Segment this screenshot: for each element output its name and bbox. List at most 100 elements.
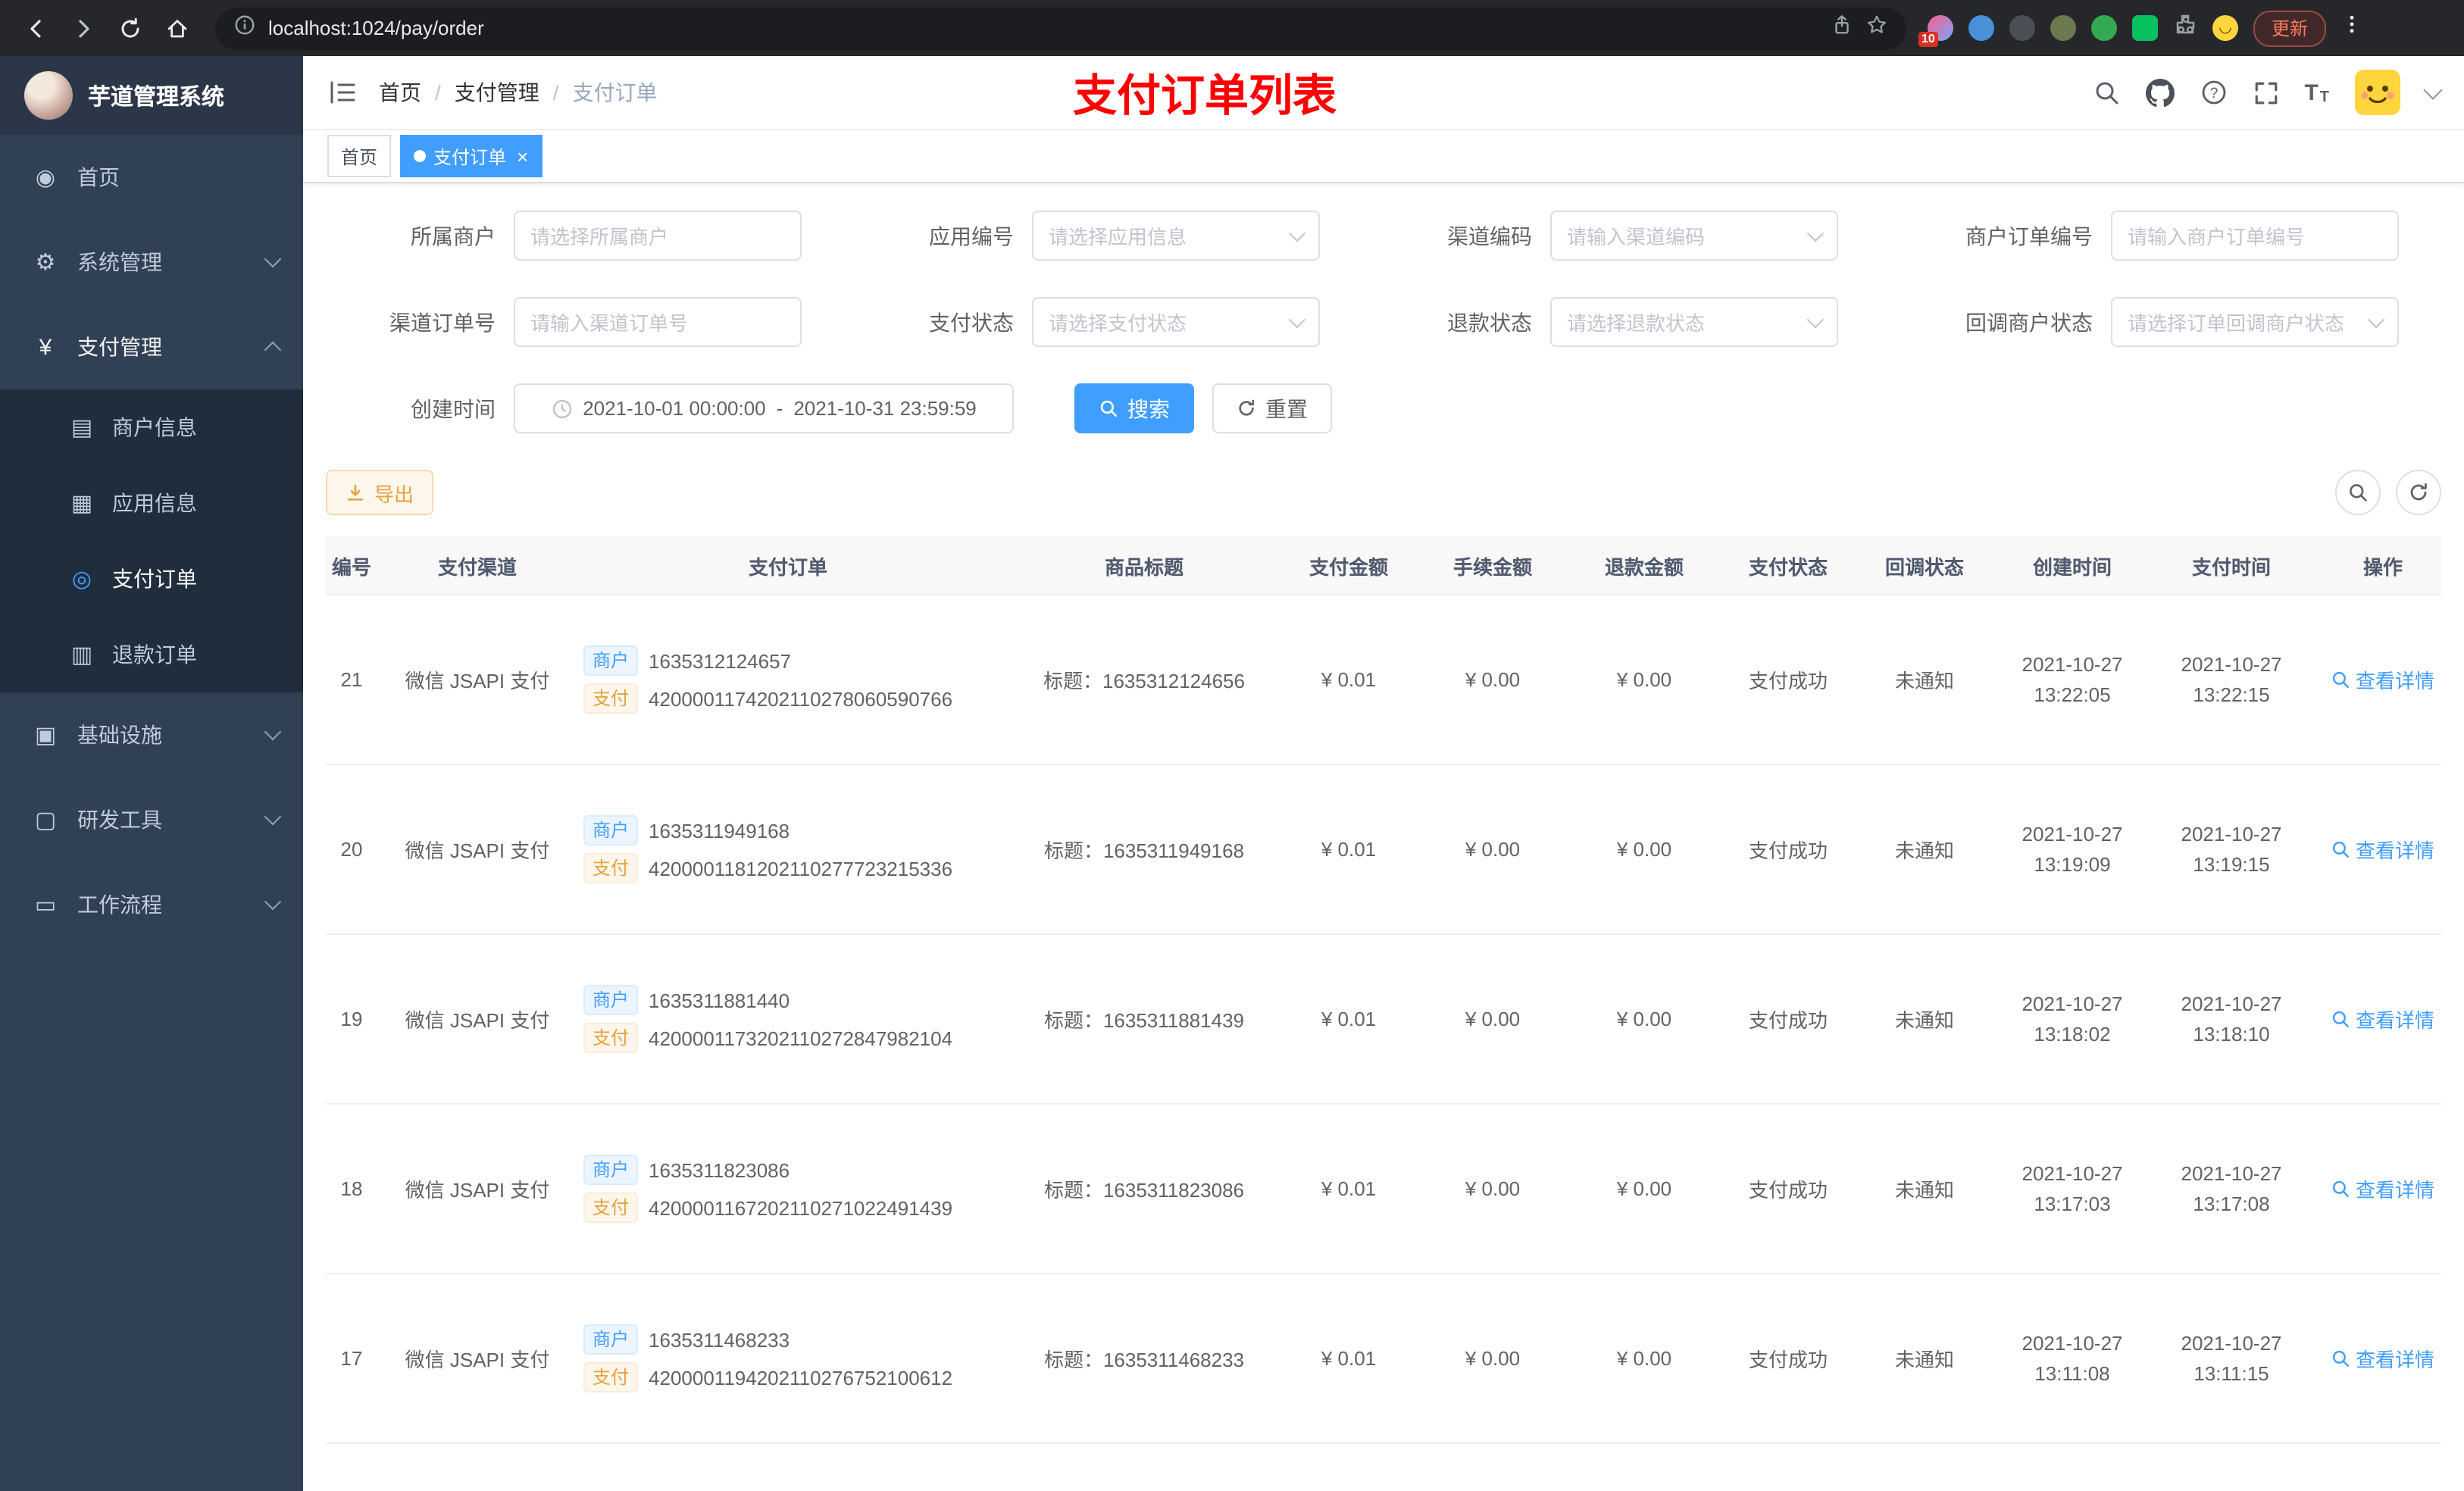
browser-back-button[interactable] <box>15 8 56 48</box>
toggle-search-button[interactable] <box>2335 470 2381 515</box>
tab-home[interactable]: 首页 <box>327 135 392 177</box>
sidebar-item-label: 首页 <box>77 165 120 189</box>
address-bar[interactable]: localhost:1024/pay/order <box>215 7 1906 49</box>
sidebar-item-refund-order[interactable]: ▥ 退款订单 <box>0 617 303 692</box>
cell-pay-channel <box>386 1443 568 1491</box>
app-select[interactable]: 请选择应用信息 <box>1032 211 1320 261</box>
flow-icon: ▭ <box>34 892 57 918</box>
breadcrumb-separator: / <box>435 80 441 105</box>
filter-channel-code-label: 渠道编码 <box>1447 223 1532 248</box>
cell-refund-amount <box>1568 1443 1720 1491</box>
browser-forward-button[interactable] <box>62 8 103 48</box>
cell-order-id: 18 <box>326 1104 386 1274</box>
github-icon[interactable] <box>2145 78 2175 107</box>
reset-button[interactable]: 重置 <box>1212 383 1332 433</box>
svg-text:?: ? <box>2209 86 2218 102</box>
chevron-down-icon <box>1806 310 1825 328</box>
sidebar-item-pay-order[interactable]: ◎ 支付订单 <box>0 541 303 617</box>
cell-create-time <box>1993 1443 2152 1491</box>
search-icon <box>2333 1350 2350 1367</box>
create-time-range-picker[interactable]: 2021-10-01 00:00:00 - 2021-10-31 23:59:5… <box>514 383 1014 433</box>
view-detail-link[interactable]: 查看详情 <box>2331 1174 2434 1203</box>
merchant-input[interactable]: 请选择所属商户 <box>514 211 802 261</box>
cell-pay-order: 商户 1635311823086 支付 42000011672021102710… <box>568 1104 1008 1274</box>
refresh-table-button[interactable] <box>2396 470 2441 515</box>
merchant-order-no: 1635311949168 <box>649 819 790 842</box>
channel-order-input[interactable]: 请输入渠道订单号 <box>514 297 802 347</box>
clock-icon <box>552 399 571 418</box>
sidebar-item-merchant-info[interactable]: ▤ 商户信息 <box>0 389 303 465</box>
pay-time: 13:11:15 <box>2194 1361 2269 1384</box>
view-detail-link[interactable]: 查看详情 <box>2331 1344 2434 1373</box>
pay-status-select[interactable]: 请选择支付状态 <box>1032 297 1320 347</box>
create-date: 2021-10-27 <box>2022 992 2123 1014</box>
cell-fee-amount: ¥ 0.00 <box>1417 595 1568 765</box>
sidebar-item-workflow[interactable]: ▭ 工作流程 <box>0 862 303 947</box>
column-header: 支付订单 <box>568 536 1008 595</box>
create-time: 13:18:02 <box>2034 1022 2111 1045</box>
search-button[interactable]: 搜索 <box>1074 383 1194 433</box>
cell-pay-time <box>2152 1443 2311 1491</box>
cell-product-title: 标题：1635311949168 <box>1008 764 1280 935</box>
font-size-icon[interactable]: TT <box>2304 80 2329 105</box>
channel-pay-no: 4200001194202110276752100612 <box>649 1366 953 1389</box>
avatar[interactable] <box>2355 70 2400 115</box>
create-time: 13:19:09 <box>2034 852 2111 875</box>
fullscreen-icon[interactable] <box>2253 80 2278 105</box>
monitor-icon: ▣ <box>34 723 57 749</box>
view-detail-link[interactable]: 查看详情 <box>2331 835 2434 864</box>
sidebar-item-payment[interactable]: ¥ 支付管理 <box>0 305 303 389</box>
pay-tag: 支付 <box>583 1192 639 1223</box>
merchant-order-input[interactable]: 请输入商户订单编号 <box>2111 211 2399 261</box>
tab-close-icon[interactable]: × <box>517 146 528 166</box>
view-detail-link[interactable]: 查看详情 <box>2331 1005 2434 1033</box>
breadcrumb-home[interactable]: 首页 <box>379 77 421 108</box>
browser-home-button[interactable] <box>156 8 197 48</box>
sidebar-item-label: 研发工具 <box>77 808 162 832</box>
browser-reload-button[interactable] <box>109 8 150 48</box>
help-icon[interactable]: ? <box>2200 79 2227 106</box>
column-header: 手续金额 <box>1417 536 1568 595</box>
callback-status-select[interactable]: 请选择订单回调商户状态 <box>2111 297 2399 347</box>
search-icon[interactable] <box>2092 79 2119 106</box>
refund-status-select[interactable]: 请选择退款状态 <box>1550 297 1838 347</box>
sidebar-item-devtools[interactable]: ▢ 研发工具 <box>0 777 303 862</box>
app-title: 芋道管理系统 <box>88 84 225 110</box>
chevron-up-icon <box>264 341 282 359</box>
pay-time: 13:22:15 <box>2193 683 2270 705</box>
extensions-puzzle-icon[interactable] <box>2173 12 2197 44</box>
view-detail-link[interactable]: 查看详情 <box>2331 665 2434 694</box>
table-body: 21 微信 JSAPI 支付 商户 1635312124657 支付 42000… <box>326 595 2441 1491</box>
sidebar-item-home[interactable]: ◉ 首页 <box>0 135 303 220</box>
pay-date: 2021-10-27 <box>2181 652 2282 675</box>
column-header: 支付渠道 <box>386 536 568 595</box>
extension-icon-4[interactable] <box>2050 15 2076 41</box>
extension-icon-2[interactable] <box>1968 15 1994 41</box>
sidebar-item-infrastructure[interactable]: ▣ 基础设施 <box>0 692 303 777</box>
extension-icon-3[interactable] <box>2009 15 2035 41</box>
collapse-sidebar-icon[interactable] <box>315 62 370 123</box>
url-text[interactable]: localhost:1024/pay/order <box>268 17 484 39</box>
filter-merchant-order-label: 商户订单编号 <box>1965 223 2093 248</box>
cell-pay-amount: ¥ 0.01 <box>1280 1104 1417 1274</box>
bookmark-star-icon[interactable] <box>1865 13 1888 43</box>
browser-profile-icon[interactable]: ◡ <box>2212 15 2238 41</box>
document-icon: ▥ <box>70 642 93 668</box>
extension-icon-5[interactable] <box>2091 15 2117 41</box>
share-icon[interactable] <box>1831 13 1853 43</box>
extension-icon-6[interactable] <box>2132 15 2158 41</box>
sidebar-item-system[interactable]: ⚙ 系统管理 <box>0 220 303 305</box>
sidebar-item-app-info[interactable]: ▦ 应用信息 <box>0 465 303 541</box>
site-info-icon[interactable] <box>233 13 256 43</box>
browser-menu-icon[interactable] <box>2341 12 2362 44</box>
app-logo[interactable]: 芋道管理系统 <box>0 56 303 135</box>
browser-update-button[interactable]: 更新 <box>2253 10 2327 46</box>
cell-refund-amount: ¥ 0.00 <box>1568 595 1720 765</box>
tab-pay-order[interactable]: 支付订单 × <box>400 135 543 177</box>
export-button[interactable]: 导出 <box>326 470 434 515</box>
avatar-caret-icon[interactable] <box>2423 80 2443 99</box>
extension-icon-1[interactable]: 10 <box>1918 15 1953 47</box>
channel-code-select[interactable]: 请输入渠道编码 <box>1550 211 1838 261</box>
breadcrumb-parent[interactable]: 支付管理 <box>455 77 539 108</box>
merchant-order-no: 1635312124657 <box>649 649 792 672</box>
